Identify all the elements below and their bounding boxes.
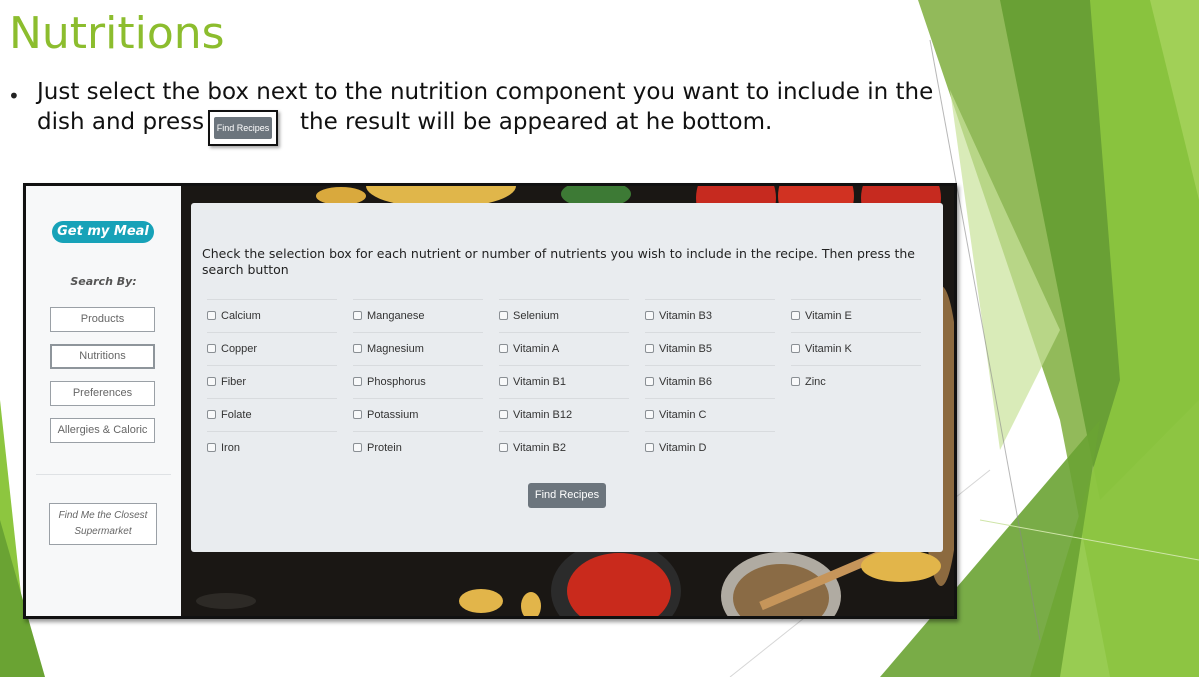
- nutrient-option[interactable]: Copper: [207, 332, 337, 365]
- bullet-dot: •: [8, 84, 20, 108]
- nutrient-label: Vitamin B6: [659, 376, 712, 388]
- nutrient-label: Magnesium: [367, 343, 424, 355]
- nutrient-option[interactable]: Manganese: [353, 299, 483, 332]
- bullet-text-after: the result will be appeared at he bottom…: [300, 109, 773, 135]
- checkbox[interactable]: [791, 344, 800, 353]
- slide-title: Nutritions: [9, 8, 225, 59]
- inline-find-recipes-button: Find Recipes: [214, 117, 272, 139]
- nutrient-option[interactable]: Vitamin B1: [499, 365, 629, 398]
- checkbox[interactable]: [353, 443, 362, 452]
- sidebar: Get my Meal Search By: Products Nutritio…: [26, 186, 181, 616]
- checkbox[interactable]: [207, 443, 216, 452]
- nutrient-option[interactable]: Vitamin E: [791, 299, 921, 332]
- checkbox[interactable]: [645, 311, 654, 320]
- nutrient-option[interactable]: Folate: [207, 398, 337, 431]
- nutrient-label: Zinc: [805, 376, 826, 388]
- bullet-text-before: dish and press: [37, 109, 205, 135]
- find-recipes-button[interactable]: Find Recipes: [528, 483, 606, 508]
- nutrient-label: Protein: [367, 442, 402, 454]
- nutrient-option[interactable]: Zinc: [791, 365, 921, 398]
- nutrient-option[interactable]: Vitamin A: [499, 332, 629, 365]
- checkbox[interactable]: [499, 344, 508, 353]
- nutrient-label: Manganese: [367, 310, 425, 322]
- checkbox[interactable]: [791, 377, 800, 386]
- nutrient-label: Vitamin B1: [513, 376, 566, 388]
- nutrient-label: Iron: [221, 442, 240, 454]
- checkbox[interactable]: [645, 377, 654, 386]
- bullet-text-line-1: Just select the box next to the nutritio…: [37, 79, 934, 105]
- inline-find-recipes-illustration: Find Recipes: [208, 110, 278, 146]
- nutrient-label: Selenium: [513, 310, 559, 322]
- checkbox[interactable]: [207, 311, 216, 320]
- checkbox[interactable]: [791, 311, 800, 320]
- checkbox[interactable]: [645, 344, 654, 353]
- checkbox[interactable]: [645, 443, 654, 452]
- nutrient-label: Vitamin E: [805, 310, 852, 322]
- nutrient-label: Vitamin B3: [659, 310, 712, 322]
- checkbox[interactable]: [499, 311, 508, 320]
- checkbox[interactable]: [353, 311, 362, 320]
- nutrient-option[interactable]: Vitamin B12: [499, 398, 629, 431]
- nutrition-panel: Check the selection box for each nutrien…: [191, 203, 943, 552]
- checkbox[interactable]: [499, 443, 508, 452]
- nutrient-label: Vitamin B2: [513, 442, 566, 454]
- checkbox[interactable]: [353, 410, 362, 419]
- supermarket-label-line-1: Find Me the Closest: [58, 510, 148, 521]
- nav-preferences-button[interactable]: Preferences: [50, 381, 155, 406]
- nutrient-option[interactable]: Vitamin D: [645, 431, 775, 464]
- nutrient-label: Vitamin B12: [513, 409, 573, 421]
- nutrient-label: Vitamin B5: [659, 343, 712, 355]
- nutrient-label: Folate: [221, 409, 252, 421]
- checkbox[interactable]: [645, 410, 654, 419]
- nav-allergies-caloric-button[interactable]: Allergies & Caloric: [50, 418, 155, 443]
- sidebar-divider: [36, 474, 171, 475]
- nutrient-label: Vitamin K: [805, 343, 852, 355]
- nutrient-option[interactable]: Selenium: [499, 299, 629, 332]
- nutrient-label: Fiber: [221, 376, 247, 388]
- nutrient-label: Calcium: [221, 310, 261, 322]
- nutrient-option[interactable]: Vitamin B5: [645, 332, 775, 365]
- nutrient-option[interactable]: Fiber: [207, 365, 337, 398]
- nutrient-option[interactable]: Vitamin K: [791, 332, 921, 365]
- nutrient-option[interactable]: Vitamin B2: [499, 431, 629, 464]
- nutrient-option[interactable]: Vitamin B3: [645, 299, 775, 332]
- bullet-text-line-2: dish and press the result will be appear…: [37, 109, 772, 135]
- nutrient-option[interactable]: Protein: [353, 431, 483, 464]
- nutrient-option[interactable]: Vitamin C: [645, 398, 775, 431]
- app-screenshot: Get my Meal Search By: Products Nutritio…: [23, 183, 957, 619]
- checkbox[interactable]: [207, 344, 216, 353]
- checkbox[interactable]: [353, 344, 362, 353]
- nutrient-option[interactable]: Phosphorus: [353, 365, 483, 398]
- nutrient-label: Vitamin C: [659, 409, 707, 421]
- nutrient-option[interactable]: Calcium: [207, 299, 337, 332]
- checkbox[interactable]: [499, 377, 508, 386]
- nutrient-label: Potassium: [367, 409, 419, 421]
- checkbox[interactable]: [499, 410, 508, 419]
- search-by-label: Search By:: [70, 275, 137, 288]
- nav-products-button[interactable]: Products: [50, 307, 155, 332]
- nutrient-option[interactable]: Potassium: [353, 398, 483, 431]
- nutrient-label: Phosphorus: [367, 376, 426, 388]
- nutrient-label: Copper: [221, 343, 258, 355]
- checkbox[interactable]: [207, 377, 216, 386]
- nav-nutritions-button[interactable]: Nutritions: [50, 344, 155, 369]
- nutrient-label: Vitamin A: [513, 343, 560, 355]
- brand-logo[interactable]: Get my Meal: [52, 221, 154, 243]
- nutrient-option[interactable]: Vitamin B6: [645, 365, 775, 398]
- instructions-text: Check the selection box for each nutrien…: [202, 246, 915, 277]
- closest-supermarket-button[interactable]: Find Me the Closest Supermarket: [49, 503, 157, 545]
- checkbox[interactable]: [207, 410, 216, 419]
- supermarket-label-line-2: Supermarket: [74, 526, 132, 537]
- nutrient-option[interactable]: Iron: [207, 431, 337, 464]
- nutrient-option[interactable]: Magnesium: [353, 332, 483, 365]
- checkbox[interactable]: [353, 377, 362, 386]
- nutrient-label: Vitamin D: [659, 442, 707, 454]
